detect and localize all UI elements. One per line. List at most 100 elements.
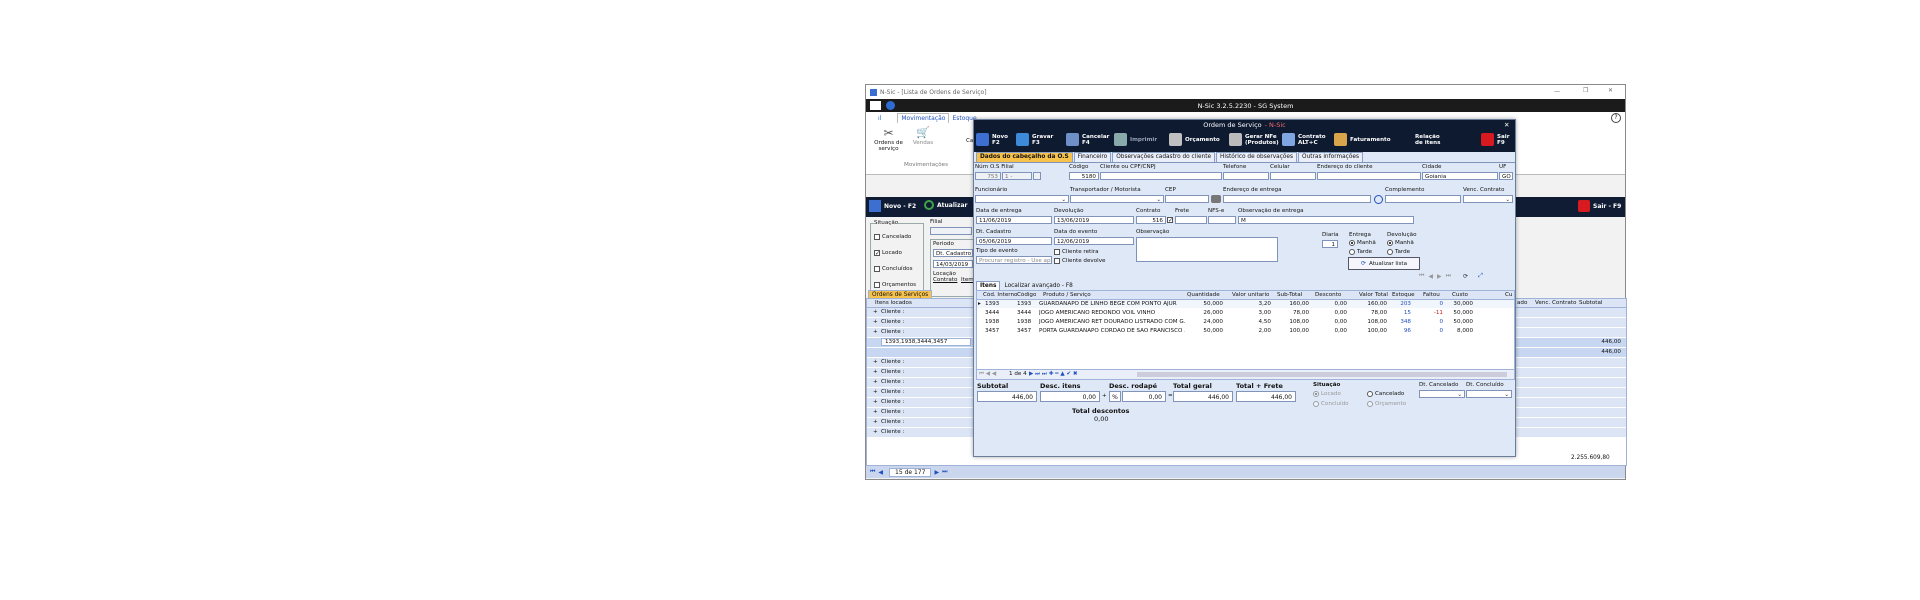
cep-field[interactable] xyxy=(1165,195,1209,203)
novo-button[interactable]: Novo - F2 xyxy=(869,200,916,212)
expand-icon[interactable]: + xyxy=(873,409,878,415)
close-button[interactable]: ✕ xyxy=(1608,87,1613,94)
table-row[interactable]: 1938 1938 JOGO AMERICANO RET DOURADO LISTR… xyxy=(977,318,1514,326)
grid-header-cell[interactable]: Cu xyxy=(1505,292,1512,298)
help-icon[interactable]: ? xyxy=(1611,113,1621,123)
desc-rodape-field[interactable]: 0,00 xyxy=(1122,391,1166,402)
contrato-field[interactable]: 516 xyxy=(1136,216,1166,224)
expand-icon[interactable]: + xyxy=(873,429,878,435)
tab-outras[interactable]: Outras informações xyxy=(1298,152,1363,162)
filial-select[interactable] xyxy=(930,227,972,235)
tab-movimentacao[interactable]: Movimentação xyxy=(897,113,950,123)
dt-cadastro-select[interactable]: Dt. Cadastro xyxy=(933,249,973,257)
expand-icon[interactable]: + xyxy=(873,389,878,395)
obs-entrega-field[interactable]: M xyxy=(1238,216,1414,224)
grid-header-cell[interactable]: Produto / Serviço xyxy=(1043,292,1091,298)
grid-header-cell[interactable]: Sub-Total xyxy=(1277,292,1302,298)
celular-field[interactable] xyxy=(1270,172,1316,180)
table-row[interactable]: 3444 3444 JOGO AMERICANO REDONDO VOIL VINH… xyxy=(977,309,1514,317)
observacao-field[interactable] xyxy=(1136,237,1278,262)
toolbar-button-list[interactable]: Relação de itens xyxy=(1399,133,1440,146)
expand-icon[interactable]: + xyxy=(873,419,878,425)
grid-hscroll[interactable] xyxy=(1137,372,1507,377)
sync-icon[interactable] xyxy=(1374,195,1383,204)
table-row[interactable]: 3457 3457 PORTA GUARDANAPO CORDÃO DE SÃO F… xyxy=(977,327,1514,335)
nfse-field[interactable] xyxy=(1208,216,1236,224)
uf-field[interactable]: GO xyxy=(1499,172,1513,180)
frete-field[interactable] xyxy=(1175,216,1207,224)
grid-header-cell[interactable]: Quantidade xyxy=(1187,292,1220,298)
cliente-devolve-checkbox[interactable]: Cliente devolve xyxy=(1054,258,1105,264)
cancelado-checkbox[interactable]: Cancelado xyxy=(874,234,911,240)
grid-header-cell[interactable]: Valor unitario xyxy=(1232,292,1269,298)
data-evento-field[interactable]: 12/06/2019 xyxy=(1054,237,1134,245)
endereco-cliente-field[interactable] xyxy=(1317,172,1421,180)
expand-icon[interactable]: + xyxy=(873,319,878,325)
ribbon-menu-icon[interactable]: ıl xyxy=(878,115,881,122)
grid-header-cell[interactable]: Estoque xyxy=(1392,292,1415,298)
expand-icon[interactable]: ⤢ xyxy=(1478,272,1483,280)
toolbar-button-nfe[interactable]: Gerar NFe (Produtos) xyxy=(1229,133,1279,146)
atualizar-button[interactable]: Atualizar xyxy=(924,200,967,210)
filial-dropdown[interactable] xyxy=(1033,172,1041,180)
toolbar-button-undo[interactable]: Cancelar F4 xyxy=(1066,133,1109,146)
endereco-entrega-field[interactable] xyxy=(1223,195,1371,203)
car-icon[interactable] xyxy=(1211,195,1221,203)
next-page-button[interactable]: ▶ xyxy=(934,469,939,476)
complemento-field[interactable] xyxy=(1385,195,1461,203)
dialog-close-button[interactable]: ✕ xyxy=(1504,121,1509,129)
periodo-date-input[interactable]: 14/03/2019 xyxy=(933,260,973,268)
tipo-evento-input[interactable]: Procurar registro - Use aps xyxy=(976,256,1052,264)
last-page-button[interactable]: ⏭ xyxy=(942,468,947,476)
concluidos-checkbox[interactable]: Concluídos xyxy=(874,266,913,272)
toolbar-button-printer[interactable]: Imprimir xyxy=(1114,133,1157,146)
restore-button[interactable]: ❐ xyxy=(1583,87,1588,94)
tab-observacoes-cliente[interactable]: Observações cadastro do cliente xyxy=(1112,152,1216,162)
expand-icon[interactable]: + xyxy=(873,329,878,335)
dt-cadastro-field[interactable]: 05/06/2019 xyxy=(976,237,1052,245)
locado-checkbox[interactable]: ✓ Locado xyxy=(874,250,902,257)
venc-contrato-select[interactable]: ⌄ xyxy=(1463,195,1513,203)
cliente-field[interactable] xyxy=(1100,172,1222,180)
toolbar-button-contract[interactable]: Contrato ALT+C xyxy=(1282,133,1326,146)
dt-cancelado-select[interactable]: ⌄ xyxy=(1419,390,1465,398)
vendas-button[interactable]: 🛒 Vendas xyxy=(911,126,935,146)
grid-nav-prev[interactable]: ⏮ ◀ ◀ xyxy=(979,371,996,378)
telefone-field[interactable] xyxy=(1223,172,1269,180)
grid-header-cell[interactable]: Desconto xyxy=(1315,292,1341,298)
dt-concluido-select[interactable]: ⌄ xyxy=(1466,390,1512,398)
toolbar-button-scale[interactable]: Orçamento xyxy=(1169,133,1220,146)
grid-header-cell[interactable]: Faltou xyxy=(1423,292,1440,298)
last-record-button[interactable]: ⏭ xyxy=(1446,272,1451,280)
devolucao-field[interactable]: 13/06/2019 xyxy=(1054,216,1134,224)
tab-financeiro[interactable]: Financeiro xyxy=(1073,152,1112,162)
first-record-button[interactable]: ⏮ xyxy=(1419,272,1424,280)
prev-page-button[interactable]: ◀ xyxy=(878,469,883,476)
devolucao-manha-radio[interactable]: Manhã xyxy=(1387,240,1414,246)
first-page-button[interactable]: ⏮ xyxy=(870,468,875,476)
data-entrega-field[interactable]: 11/06/2019 xyxy=(976,216,1052,224)
expand-icon[interactable]: + xyxy=(873,369,878,375)
cidade-field[interactable]: Goiania xyxy=(1422,172,1498,180)
table-row[interactable]: ▸ 1393 1393 GUARDANAPO DE LINHO BEGE COM PO… xyxy=(977,300,1514,308)
expand-icon[interactable]: + xyxy=(873,359,878,365)
prev-record-button[interactable]: ◀ xyxy=(1428,273,1433,280)
tab-historico[interactable]: Histórico de observações xyxy=(1216,152,1298,162)
toolbar-button-check[interactable]: Gravar F3 xyxy=(1016,133,1053,146)
toolbar-button-new-doc[interactable]: Novo F2 xyxy=(976,133,1008,146)
toolbar-button-power[interactable]: Sair F9 xyxy=(1481,133,1509,146)
cliente-retira-checkbox[interactable]: Cliente retira xyxy=(1054,249,1099,255)
expand-icon[interactable]: + xyxy=(873,379,878,385)
transportador-select[interactable]: ⌄ xyxy=(1070,195,1164,203)
grid-header-cell[interactable]: Código xyxy=(1017,292,1036,298)
situacao-cancelado-radio[interactable]: Cancelado xyxy=(1367,391,1404,397)
devolucao-tarde-radio[interactable]: Tarde xyxy=(1387,249,1410,255)
expand-icon[interactable]: + xyxy=(873,309,878,315)
expand-icon[interactable]: + xyxy=(873,399,878,405)
next-record-button[interactable]: ▶ xyxy=(1437,273,1442,280)
funcionario-select[interactable]: ⌄ xyxy=(975,195,1069,203)
desc-itens-field[interactable]: 0,00 xyxy=(1040,391,1100,402)
entrega-tarde-radio[interactable]: Tarde xyxy=(1349,249,1372,255)
grid-header-cell[interactable]: Custo xyxy=(1452,292,1468,298)
codigo-field[interactable]: 5180 xyxy=(1069,172,1099,180)
